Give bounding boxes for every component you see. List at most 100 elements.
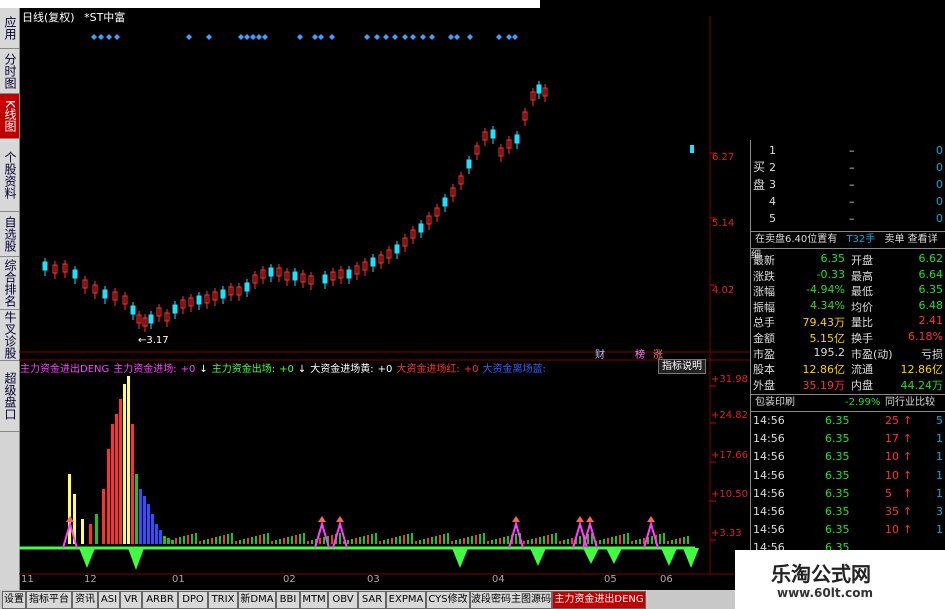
trade-volume: 5 — [885, 486, 892, 500]
order-book-volume: 0 — [936, 144, 943, 157]
trade-volume: 10 — [885, 450, 899, 464]
sell-order-qty: T32手 — [846, 234, 876, 245]
indicator-tab[interactable]: TRIX — [208, 591, 238, 609]
indicator-tab[interactable]: ASI — [98, 591, 120, 609]
marker-finance[interactable]: 财 — [595, 346, 605, 361]
left-tab-3[interactable]: 个股资料 — [0, 139, 19, 212]
trade-price: 6.35 — [825, 450, 850, 464]
left-tab-4[interactable]: 自选股 — [0, 212, 19, 257]
left-tab-2[interactable]: K线图 — [0, 94, 19, 139]
indicator-tab[interactable]: EXPMA — [386, 591, 426, 609]
trade-row: 14:56 6.35 10 ↑ 1 — [753, 469, 943, 486]
indicator-tick: +3.33 — [711, 528, 742, 539]
industry-compare-button[interactable]: 同行业比较 — [885, 395, 935, 411]
indicator-tab[interactable]: 设置 — [2, 591, 26, 609]
quote-value: 79.43万 — [802, 316, 846, 330]
trade-price: 6.35 — [825, 414, 850, 427]
left-tab-6[interactable]: 牛叉诊股 — [0, 310, 19, 361]
indicator-help-button[interactable]: 指标说明 — [658, 359, 706, 374]
industry-name[interactable]: 包装印刷 — [755, 397, 795, 408]
legend-item: ↓ — [297, 364, 307, 375]
order-book-row[interactable]: 1 – 0 — [769, 144, 945, 159]
quote-row: 最新 6.35 开盘 6.62 — [753, 252, 944, 267]
legend-item: 主力资金出场: — [211, 364, 276, 375]
x-tick: 01 — [172, 574, 185, 585]
indicator-tab[interactable]: 新DMA — [238, 591, 276, 609]
left-tab-5[interactable]: 综合排名 — [0, 257, 19, 310]
trade-row: 14:56 6.35 35 ↑ 3 — [753, 505, 943, 522]
quote-value: -4.94% — [806, 283, 845, 297]
quote-value: 195.2 — [813, 345, 846, 359]
quote-value: 6.18% — [908, 330, 943, 343]
trade-row: 14:56 6.35 10 ↑ 1 — [753, 523, 943, 540]
left-tab-0[interactable]: 应用 — [0, 8, 19, 49]
quote-label: 市盈(动) — [851, 347, 893, 361]
indicator-tab[interactable]: SAR — [358, 591, 386, 609]
indicator-tick: +17.66 — [711, 450, 749, 461]
low-price-value: 3.17 — [146, 335, 169, 346]
indicator-legend: 主力资金进出DENG 主力资金进场: +0 ↓ 主力资金出场: +0 ↓ 大资金进场黄: +0 大… — [20, 360, 550, 375]
quote-label: 涨跌 — [753, 269, 775, 283]
trade-count: 1 — [936, 468, 943, 482]
legend-item: 大资金离场蓝: — [482, 364, 546, 375]
x-tick: 06 — [660, 574, 673, 585]
trade-row: 14:56 6.35 17 ↑ 1 — [753, 432, 943, 449]
quote-value: 6.48 — [918, 298, 944, 312]
trade-count: 1 — [936, 450, 943, 464]
order-book-row[interactable]: 5 – 0 — [769, 212, 945, 227]
order-book-row[interactable]: 3 – 0 — [769, 178, 945, 193]
quote-value: 6.62 — [918, 252, 944, 265]
x-tick: 03 — [367, 574, 380, 585]
x-tick: 12 — [84, 574, 97, 585]
trade-time: 14:56 — [753, 523, 785, 537]
indicator-tab[interactable]: DPO — [178, 591, 208, 609]
trade-price: 6.35 — [825, 486, 850, 500]
top-menu-strip — [0, 0, 540, 8]
watermark-logo: 乐淘公式网 www.60lt.com — [735, 550, 945, 609]
left-tab-bar: 应用 分时图 K线图 个股资料 自选股 综合排名 牛叉诊股 超级盘口 — [0, 8, 20, 590]
trade-time: 14:56 — [753, 432, 785, 446]
quote-value: 6.64 — [918, 267, 944, 281]
up-arrow-icon: ↑ — [903, 523, 913, 537]
indicator-tab[interactable]: OBV — [328, 591, 358, 609]
trade-count: 5 — [936, 414, 943, 427]
trade-volume: 10 — [885, 523, 899, 537]
trade-price: 6.35 — [825, 468, 850, 482]
trade-volume: 35 — [885, 505, 899, 518]
quote-label: 量比 — [851, 316, 873, 330]
quote-value: 12.86亿 — [802, 363, 846, 377]
left-tab-7[interactable]: 超级盘口 — [0, 361, 19, 432]
order-book-row[interactable]: 2 – 0 — [769, 161, 945, 176]
indicator-tab[interactable]: 资讯 — [72, 591, 98, 609]
indicator-tab[interactable]: 指标平台 — [26, 591, 72, 609]
marker-rank[interactable]: 榜 — [635, 346, 645, 361]
kline-chart[interactable] — [19, 8, 750, 590]
quote-label: 股本 — [753, 363, 775, 377]
x-axis: 11 12 01 02 03 04 05 06 — [0, 574, 735, 588]
quote-label: 最高 — [851, 269, 873, 283]
indicator-tab[interactable]: 波段密码主图源码 — [470, 591, 552, 609]
x-tick: 11 — [21, 574, 34, 585]
order-book-volume: 0 — [936, 161, 943, 174]
quote-label: 振幅 — [753, 300, 775, 314]
indicator-tab[interactable]: CYS修改 — [426, 591, 470, 609]
left-tab-1[interactable]: 分时图 — [0, 49, 19, 94]
order-book-row[interactable]: 4 – 0 — [769, 195, 945, 210]
trade-row: 14:56 6.35 5 ↑ 1 — [753, 487, 943, 504]
order-book-level: 3 — [769, 178, 776, 191]
up-arrow-icon: ↑ — [903, 505, 913, 518]
indicator-tab[interactable]: BBI — [276, 591, 300, 609]
indicator-tab-bar: 设置 指标平台 资讯 ASI VR ARBR DPO TRIX 新DMA BBI MTM OBV SAR… — [0, 590, 735, 609]
legend-item: 主力资金进出DENG — [20, 364, 110, 375]
indicator-tab[interactable]: 主力资金进出DENG — [552, 591, 646, 609]
trade-volume: 25 — [885, 414, 899, 427]
order-book-level: 5 — [769, 212, 776, 225]
indicator-tick: +31.98 — [711, 374, 749, 385]
quote-row: 涨幅 -4.94% 最低 6.35 — [753, 283, 943, 299]
trade-row: 14:56 6.35 10 ↑ 1 — [753, 450, 943, 467]
indicator-tab[interactable]: MTM — [300, 591, 328, 609]
quote-value: 5.15亿 — [809, 332, 846, 345]
indicator-tab[interactable]: VR — [120, 591, 142, 609]
quote-label: 涨幅 — [753, 285, 775, 299]
indicator-tab[interactable]: ARBR — [142, 591, 178, 609]
